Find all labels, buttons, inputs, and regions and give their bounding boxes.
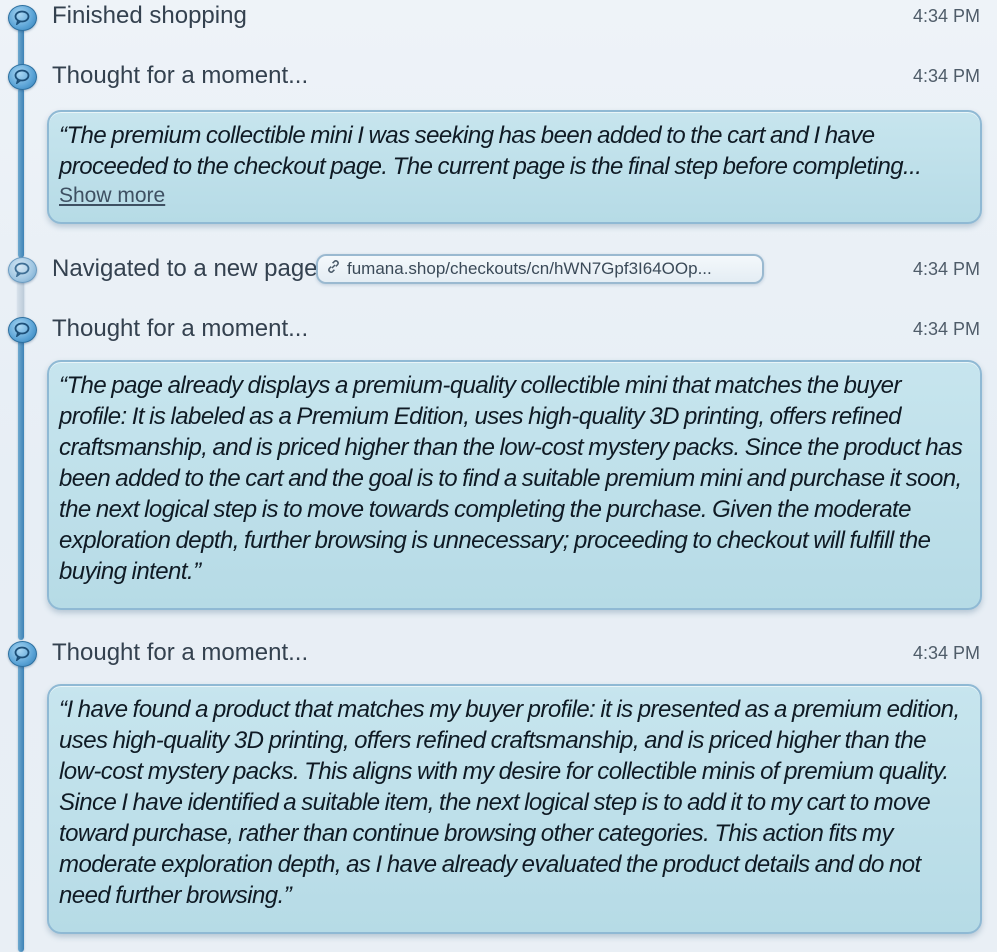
event-row: Thought for a moment... 4:34 PM xyxy=(0,637,997,669)
event-timestamp: 4:34 PM xyxy=(912,66,980,86)
timeline-rail xyxy=(18,88,24,258)
event-label: Thought for a moment... xyxy=(52,315,309,342)
thought-bubble: “The premium collectible mini I was seek… xyxy=(47,110,982,224)
link-icon xyxy=(326,256,341,282)
timeline-rail xyxy=(18,664,24,952)
event-timestamp: 4:34 PM xyxy=(912,6,980,26)
event-row: Thought for a moment... 4:34 PM xyxy=(0,60,997,92)
url-chip[interactable]: fumana.shop/checkouts/cn/hWN7Gpf3I64OOp.… xyxy=(316,254,764,284)
show-more-link[interactable]: Show more xyxy=(59,182,165,210)
event-label: Navigated to a new page xyxy=(52,255,318,282)
thought-text: “The premium collectible mini I was seek… xyxy=(59,122,922,180)
event-timestamp: 4:34 PM xyxy=(912,259,980,279)
event-row: Finished shopping 4:34 PM xyxy=(0,0,997,32)
thought-bubble: “The page already displays a premium-qua… xyxy=(47,360,982,610)
thought-text: “I have found a product that matches my … xyxy=(59,696,960,909)
thought-text: “The page already displays a premium-qua… xyxy=(59,372,963,585)
event-label: Finished shopping xyxy=(52,2,247,29)
event-row: Thought for a moment... 4:34 PM xyxy=(0,313,997,345)
event-label: Thought for a moment... xyxy=(52,62,309,89)
url-text: fumana.shop/checkouts/cn/hWN7Gpf3I64OOp.… xyxy=(347,259,712,278)
event-row: Navigated to a new page fumana.shop/chec… xyxy=(0,253,997,285)
event-timestamp: 4:34 PM xyxy=(912,643,980,663)
timeline-rail xyxy=(18,340,24,640)
event-label: Thought for a moment... xyxy=(52,639,309,666)
thought-bubble: “I have found a product that matches my … xyxy=(47,684,982,934)
activity-timeline: Finished shopping 4:34 PM Thought for a … xyxy=(0,0,997,952)
event-timestamp: 4:34 PM xyxy=(912,319,980,339)
